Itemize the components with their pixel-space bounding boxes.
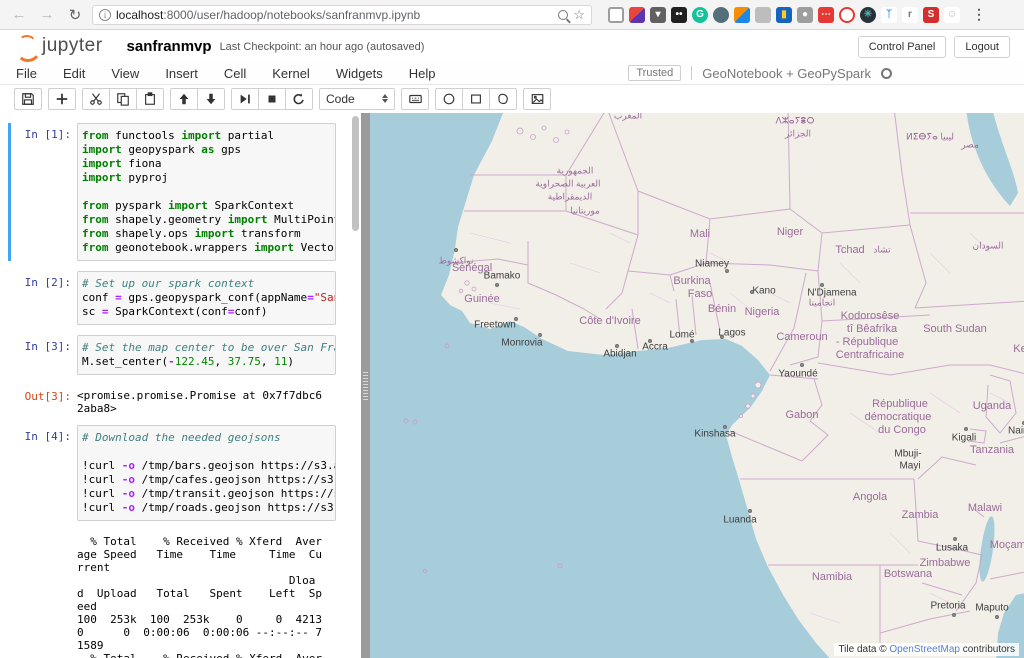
jupyter-logo-text: jupyter bbox=[42, 35, 103, 57]
code-cell-input[interactable]: # Download the needed geojsons !curl -o … bbox=[77, 425, 336, 521]
logout-button[interactable]: Logout bbox=[954, 36, 1010, 58]
input-prompt: In [2]: bbox=[11, 271, 77, 325]
chart-icon[interactable]: ▮ bbox=[776, 7, 792, 23]
colorwheel-icon[interactable]: ✳ bbox=[860, 7, 876, 23]
save-button[interactable] bbox=[14, 88, 42, 110]
s-icon[interactable]: S bbox=[923, 7, 939, 23]
code-cell: In [3]:# Set the map center to be over S… bbox=[8, 335, 349, 375]
trusted-badge: Trusted bbox=[628, 65, 681, 81]
search-icon[interactable] bbox=[558, 10, 568, 20]
menu-item-cell[interactable]: Cell bbox=[224, 66, 246, 81]
notebook-title[interactable]: sanfranmvp bbox=[127, 38, 212, 55]
arrow-icon[interactable] bbox=[734, 7, 750, 23]
opera-icon[interactable] bbox=[839, 7, 855, 23]
menu-item-insert[interactable]: Insert bbox=[165, 66, 198, 81]
bookmark-star-icon[interactable]: ☆ bbox=[573, 7, 585, 23]
cast-icon[interactable] bbox=[608, 7, 624, 23]
add-cell-button[interactable] bbox=[48, 88, 76, 110]
forward-icon[interactable]: → bbox=[36, 6, 58, 23]
rocket-icon[interactable] bbox=[713, 7, 729, 23]
checkpoint-status: Last Checkpoint: an hour ago (autosaved) bbox=[220, 41, 425, 53]
code-cell-input[interactable]: # Set up our spark context conf = gps.ge… bbox=[77, 271, 336, 325]
code-cell-input[interactable]: # Set the map center to be over San Fran… bbox=[77, 335, 336, 375]
r-icon[interactable]: r bbox=[902, 7, 918, 23]
pocket-icon[interactable]: ▾ bbox=[650, 7, 666, 23]
map-pane[interactable]: المغربⴷⵣⴰⵢⴻⵔالجزائرⵍⵉⴱⵢⴰ ليبيامصرالجمهور… bbox=[370, 113, 1024, 658]
screenshot-icon[interactable]: ● bbox=[797, 7, 813, 23]
command-palette-button[interactable] bbox=[401, 88, 429, 110]
notebook-content: In [1]:from functools import partial imp… bbox=[0, 113, 1024, 658]
refresh-icon[interactable]: ↻ bbox=[64, 6, 86, 24]
extension-row: ▾ •• G ▮ ● ⋯ ✳ ᛉrS ☺ bbox=[608, 7, 960, 23]
restart-kernel-button[interactable] bbox=[285, 88, 313, 110]
menubar: FileEditViewInsertCellKernelWidgetsHelp … bbox=[0, 62, 1024, 85]
move-cell-up-button[interactable] bbox=[170, 88, 198, 110]
separator bbox=[691, 66, 692, 80]
grammarly-icon[interactable]: G bbox=[692, 7, 708, 23]
menu-item-edit[interactable]: Edit bbox=[63, 66, 85, 81]
stream-text: % Total % Received % Xferd Aver age Spee… bbox=[77, 531, 322, 658]
browser-menu-icon[interactable]: ⋮ bbox=[972, 6, 986, 23]
design-icon[interactable] bbox=[629, 7, 645, 23]
annotate-point-button[interactable] bbox=[435, 88, 463, 110]
control-panel-button[interactable]: Control Panel bbox=[858, 36, 947, 58]
select-arrows-icon bbox=[382, 94, 388, 103]
copy-cell-button[interactable] bbox=[109, 88, 137, 110]
jupyter-logo-icon[interactable] bbox=[14, 34, 38, 58]
input-prompt: In [1]: bbox=[11, 123, 77, 261]
notebook-header: jupyter sanfranmvp Last Checkpoint: an h… bbox=[0, 30, 1024, 62]
input-prompt: In [4]: bbox=[11, 425, 77, 521]
adblock-icon[interactable]: ⋯ bbox=[818, 7, 834, 23]
notebook-pane: In [1]:from functools import partial imp… bbox=[0, 113, 349, 658]
paste-cell-button[interactable] bbox=[136, 88, 164, 110]
code-cell: In [2]:# Set up our spark context conf =… bbox=[8, 271, 349, 325]
cut-cell-button[interactable] bbox=[82, 88, 110, 110]
menu-item-help[interactable]: Help bbox=[409, 66, 436, 81]
back-icon[interactable]: ← bbox=[8, 6, 30, 23]
output-text: <promise.promise.Promise at 0x7f7dbc6 2a… bbox=[77, 385, 322, 415]
stop-kernel-button[interactable] bbox=[258, 88, 286, 110]
output-prompt-spacer bbox=[11, 531, 77, 658]
move-cell-down-button[interactable] bbox=[197, 88, 225, 110]
browser-toolbar: ← → ↻ i localhost:8000/user/hadoop/noteb… bbox=[0, 0, 1024, 30]
menu-item-view[interactable]: View bbox=[111, 66, 139, 81]
cell-type-select[interactable]: Code bbox=[319, 88, 395, 110]
url-bar[interactable]: i localhost:8000/user/hadoop/notebooks/s… bbox=[92, 5, 592, 25]
kernel-name: GeoNotebook + GeoPySpark bbox=[702, 66, 871, 81]
input-prompt: In [3]: bbox=[11, 335, 77, 375]
toolbar: Code bbox=[0, 85, 1024, 112]
image-layer-button[interactable] bbox=[523, 88, 551, 110]
code-cell: In [4]:# Download the needed geojsons !c… bbox=[8, 425, 349, 521]
url-text: localhost:8000/user/hadoop/notebooks/san… bbox=[116, 8, 553, 22]
menu-item-file[interactable]: File bbox=[16, 66, 37, 81]
cell-output: Out[3]:<promise.promise.Promise at 0x7f7… bbox=[8, 385, 349, 415]
osm-link[interactable]: OpenStreetMap bbox=[889, 644, 960, 655]
cell-stream-output: % Total % Received % Xferd Aver age Spee… bbox=[8, 531, 349, 658]
kernel-idle-icon bbox=[881, 68, 892, 79]
output-prompt: Out[3]: bbox=[11, 385, 77, 415]
notebook-scrollbar[interactable] bbox=[352, 116, 359, 231]
map-canvas bbox=[370, 113, 1024, 658]
annotate-rectangle-button[interactable] bbox=[462, 88, 490, 110]
code-cell-input[interactable]: from functools import partial import geo… bbox=[77, 123, 336, 261]
dark-app-icon[interactable]: •• bbox=[671, 7, 687, 23]
menu-item-kernel[interactable]: Kernel bbox=[272, 66, 310, 81]
annotate-polygon-button[interactable] bbox=[489, 88, 517, 110]
pane-splitter[interactable] bbox=[361, 113, 370, 658]
smiley-icon[interactable]: ☺ bbox=[944, 7, 960, 23]
run-cell-button[interactable] bbox=[231, 88, 259, 110]
triangle-icon[interactable] bbox=[755, 7, 771, 23]
splitter-grip-icon bbox=[363, 372, 368, 400]
page-info-icon[interactable]: i bbox=[99, 9, 111, 21]
figure-icon[interactable]: ᛉ bbox=[881, 7, 897, 23]
menu-item-widgets[interactable]: Widgets bbox=[336, 66, 383, 81]
code-cell: In [1]:from functools import partial imp… bbox=[8, 123, 349, 261]
map-attribution: Tile data © OpenStreetMap contributors bbox=[834, 643, 1019, 656]
